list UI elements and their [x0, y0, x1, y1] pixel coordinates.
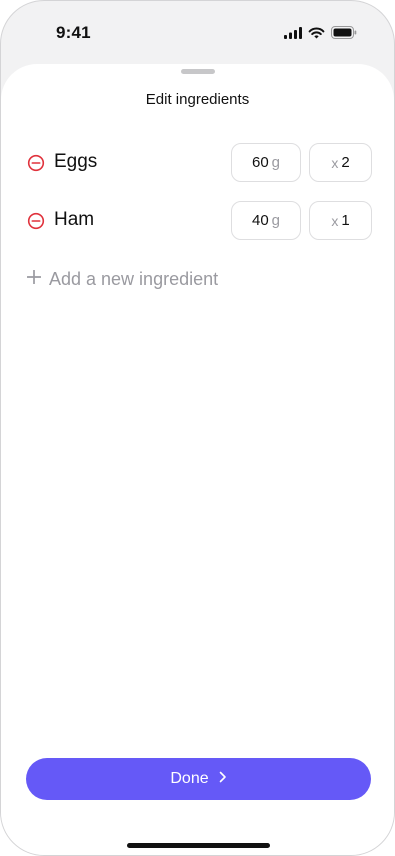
phone-frame: 9:41 Edit ingredients Eggs 60 g x 2 Ham … — [0, 0, 395, 856]
status-time: 9:41 — [56, 23, 91, 42]
sheet-grabber[interactable] — [180, 69, 215, 74]
weight-value: 60 — [251, 154, 269, 171]
weight-unit: g — [271, 212, 281, 229]
edit-ingredients-sheet: Edit ingredients Eggs 60 g x2 Ham 40 g x… — [1, 64, 394, 855]
weight-value: 40 — [251, 212, 269, 229]
weight-unit: g — [271, 154, 281, 171]
weight-field[interactable]: 60 g — [231, 143, 301, 182]
remove-ingredient-icon[interactable] — [27, 212, 45, 230]
weight-field[interactable]: 40 g — [231, 201, 301, 240]
quantity-field[interactable]: x2 — [309, 143, 372, 182]
wifi-icon — [308, 26, 325, 44]
sheet-title: Edit ingredients — [145, 91, 250, 108]
home-indicator[interactable] — [126, 843, 270, 848]
quantity-value: 2 — [341, 154, 350, 171]
multiplier-symbol: x — [331, 212, 339, 229]
battery-icon — [331, 26, 357, 44]
status-bar: 9:41 — [1, 1, 394, 61]
quantity-field[interactable]: x1 — [309, 201, 372, 240]
status-icons — [284, 26, 357, 44]
quantity-value: 1 — [341, 212, 350, 229]
remove-ingredient-icon[interactable] — [27, 154, 45, 172]
cellular-signal-icon — [284, 26, 302, 44]
add-ingredient-button[interactable]: Add a new ingredient — [26, 267, 219, 291]
done-button[interactable]: Done — [26, 758, 371, 800]
multiplier-symbol: x — [331, 154, 339, 171]
add-ingredient-label: Add a new ingredient — [49, 268, 219, 289]
plus-icon — [26, 269, 42, 289]
ingredient-name: Eggs — [54, 151, 98, 172]
chevron-right-icon — [219, 770, 227, 788]
ingredient-row-ham: Ham 40 g x1 — [1, 201, 394, 241]
ingredient-row-eggs: Eggs 60 g x2 — [1, 143, 394, 183]
done-label: Done — [170, 770, 209, 787]
ingredient-name: Ham — [54, 209, 95, 230]
